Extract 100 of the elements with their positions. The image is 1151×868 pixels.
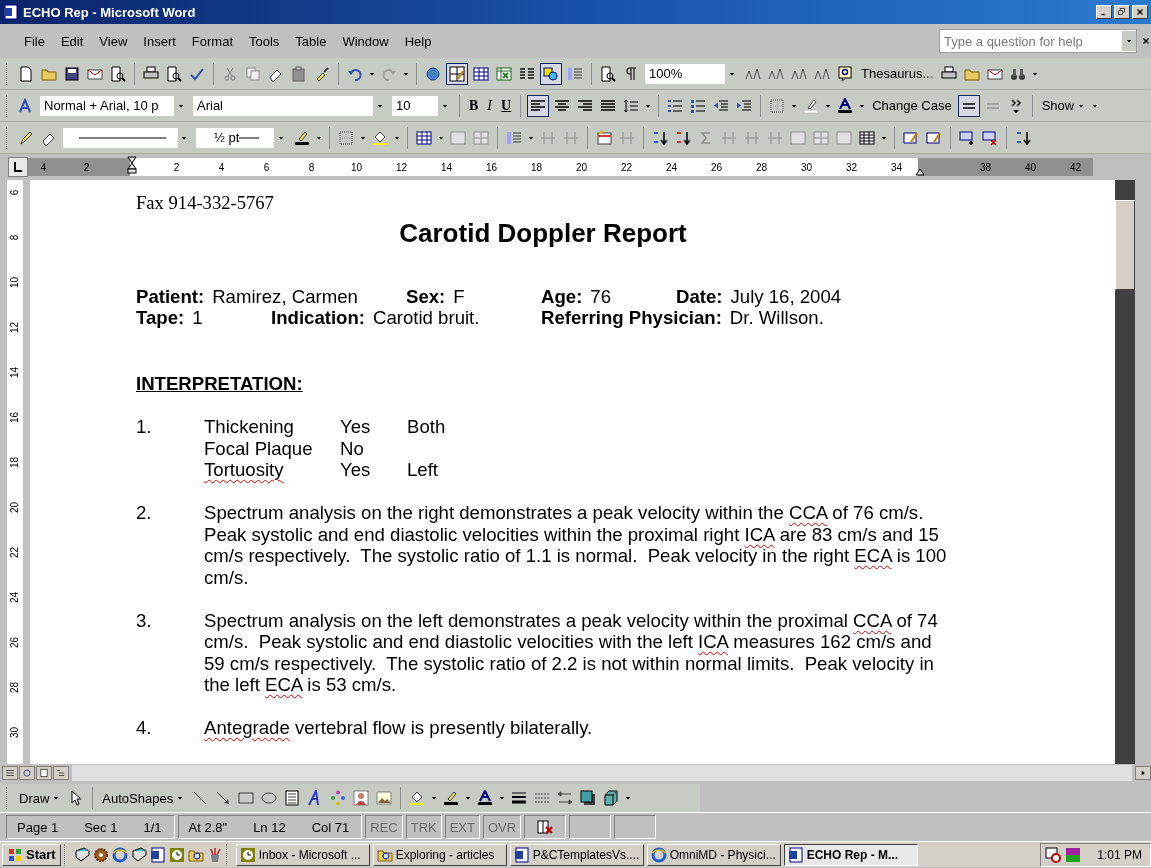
menu-item[interactable]: Edit [52,31,92,51]
save-icon[interactable] [64,65,80,82]
numbered-list-icon[interactable] [667,97,684,114]
sort-ascending-icon[interactable] [652,129,668,146]
caret-icon[interactable] [430,794,439,802]
ellipse-icon[interactable] [261,790,278,806]
menu-item[interactable]: View [91,31,136,51]
scrollbar-thumb[interactable] [1115,200,1135,290]
printer-icon[interactable] [941,65,958,82]
font-size-dropdown[interactable]: 10 [391,94,453,117]
zoom-dropdown[interactable]: 100% [644,62,740,85]
text-box-icon[interactable] [284,790,301,806]
taskbar-button[interactable]: Inbox - Microsoft ... [235,843,370,866]
thesaurus-button[interactable]: Thesaurus... [858,64,937,83]
scroll-right-button[interactable] [1135,766,1151,780]
taskbar-button[interactable]: Exploring - articles [372,843,507,866]
printer-icon[interactable] [143,65,159,82]
notebook-icon[interactable] [73,846,90,863]
indent-marker-icon[interactable] [127,156,137,174]
autoshapes-menu-button[interactable]: AutoShapes [99,788,188,808]
normal-view-button[interactable] [2,766,18,780]
caret-icon[interactable] [52,794,61,802]
align-right-icon[interactable] [577,97,594,114]
font-color-icon[interactable] [837,97,854,114]
caret-icon[interactable] [1125,37,1133,45]
web-view-button[interactable] [19,766,35,780]
outline-view-button[interactable] [53,766,69,780]
align-center-icon[interactable] [554,97,571,114]
clip-art-icon[interactable] [353,790,370,806]
table-icon[interactable] [416,129,432,146]
paintbrush-icon[interactable] [314,65,330,82]
menu-item[interactable]: File [16,31,53,51]
draw-menu-button[interactable]: Draw [16,788,64,808]
menu-item[interactable]: Table [287,31,335,51]
table-autoformat-icon[interactable] [596,129,612,146]
tab-selector[interactable] [8,157,28,177]
e-globe-icon[interactable] [111,846,128,863]
caret-icon[interactable] [498,794,507,802]
merge-cells-icon[interactable] [450,129,466,146]
print-layout-button[interactable] [36,766,52,780]
clipboard-icon[interactable] [291,65,307,82]
paint-bucket-icon[interactable] [409,790,426,806]
font-dropdown[interactable]: Arial [192,94,388,117]
close-icon[interactable] [1141,36,1151,46]
merge-cells-icon[interactable] [790,129,806,146]
print-preview-icon[interactable] [600,65,616,82]
highlighter-icon[interactable] [803,97,820,114]
print-preview-icon[interactable] [110,65,126,82]
arrow-icon[interactable] [215,790,232,806]
decrease-indent-icon[interactable] [713,97,730,114]
styles-icon[interactable] [18,97,34,114]
form-icon[interactable] [926,129,942,146]
gear-icon[interactable] [92,846,109,863]
increase-indent-icon[interactable] [736,97,753,114]
spreadsheet-icon[interactable] [496,65,512,82]
globe-icon[interactable] [425,65,441,82]
bold-button[interactable]: B [466,95,482,116]
menu-item[interactable]: Format [183,31,241,51]
border-color-icon[interactable] [443,790,460,806]
clock-icon[interactable] [168,846,185,863]
sort-descending-icon[interactable] [675,129,691,146]
change-case-button[interactable]: Change Case [869,96,955,115]
justify-icon[interactable] [600,97,617,114]
line-style-icon[interactable] [511,790,528,806]
form-icon[interactable] [903,129,919,146]
help-search-field[interactable]: Type a question for help [939,29,1137,53]
underline-button[interactable]: U [498,95,515,116]
shadow-icon[interactable] [580,790,597,806]
word-document-icon[interactable] [149,846,166,863]
style-dropdown[interactable]: Normal + Arial, 10 p [39,94,189,117]
line-weight-dropdown[interactable]: ½ pt [195,126,289,149]
help-icon[interactable] [837,65,853,82]
insert-row-icon[interactable] [959,129,975,146]
table-icon[interactable] [473,65,489,82]
paragraph-mark-icon[interactable] [623,65,639,82]
notebook-icon[interactable] [130,846,147,863]
taskbar-button[interactable]: P&CTemplatesVs.... [509,843,644,866]
font-color-icon[interactable] [477,790,494,806]
calendar-alarm-icon[interactable] [1045,846,1062,863]
taskbar-button[interactable]: OmniMD - Physici... [646,843,781,866]
split-cells-icon[interactable] [473,129,489,146]
right-indent-marker-icon[interactable] [915,168,925,176]
book-cross-icon[interactable] [537,819,554,835]
bulleted-list-icon[interactable] [690,97,707,114]
diagram-icon[interactable] [330,790,347,806]
border-color-icon[interactable] [294,129,310,146]
sort-ascending-icon[interactable] [1015,129,1031,146]
line-icon[interactable] [192,790,209,806]
table-grid-icon[interactable] [859,129,875,146]
line-spacing-icon[interactable] [623,97,640,114]
show-button[interactable]: Show [1038,96,1089,115]
print-preview-icon[interactable] [166,65,182,82]
start-button[interactable]: Start [2,843,61,866]
cube-icon[interactable] [603,790,620,806]
line-style-dropdown[interactable] [62,126,192,149]
split-cells-icon[interactable] [813,129,829,146]
delete-row-icon[interactable] [982,129,998,146]
blank-page-icon[interactable] [18,65,34,82]
caret-icon[interactable] [464,794,473,802]
caret-icon[interactable] [624,794,633,802]
